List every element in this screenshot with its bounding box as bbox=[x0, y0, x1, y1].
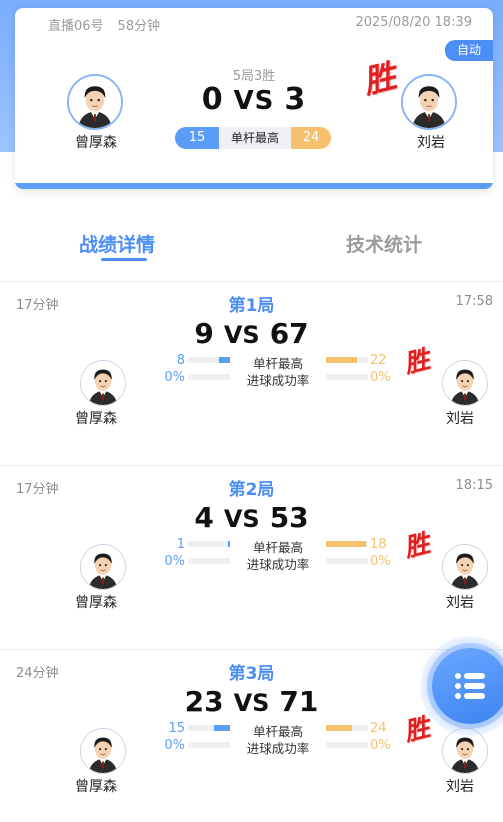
game-title: 第2局 bbox=[228, 480, 275, 500]
right-game-score: 53 bbox=[269, 501, 309, 534]
left-player-name: 曾厚森 bbox=[75, 779, 117, 795]
active-tab-indicator bbox=[101, 258, 147, 261]
tab-bar: 战绩详情 技术统计 bbox=[0, 218, 503, 268]
left-game-score: 4 bbox=[194, 501, 214, 534]
right-player-name: 刘岩 bbox=[446, 779, 474, 795]
game-title: 第1局 bbox=[228, 296, 275, 316]
player-portrait-icon bbox=[443, 361, 487, 405]
right-player-avatar[interactable] bbox=[442, 360, 488, 406]
player-portrait-icon bbox=[403, 76, 455, 128]
menu-fab-button[interactable] bbox=[432, 648, 503, 724]
left-player-avatar[interactable] bbox=[80, 544, 126, 590]
left-player-avatar[interactable] bbox=[80, 728, 126, 774]
right-high-break: 24 bbox=[291, 127, 331, 149]
left-player-name: 曾厚森 bbox=[75, 411, 117, 427]
right-game-score: 71 bbox=[279, 685, 319, 718]
right-player-name: 刘岩 bbox=[417, 135, 445, 151]
tab-technical-stats[interactable]: 技术统计 bbox=[346, 230, 422, 257]
tab-match-details[interactable]: 战绩详情 bbox=[79, 230, 155, 257]
right-player-avatar[interactable] bbox=[442, 544, 488, 590]
game-score: 4 VS 53 bbox=[0, 501, 503, 534]
left-player-name: 曾厚森 bbox=[75, 135, 117, 151]
card-bottom-strip bbox=[15, 183, 493, 189]
match-duration: 58分钟 bbox=[117, 19, 161, 34]
right-game-score: 67 bbox=[269, 317, 309, 350]
game-end-time: 17:58 bbox=[455, 294, 493, 309]
match-datetime: 2025/08/20 18:39 bbox=[355, 15, 472, 30]
mode-badge[interactable]: 自动 bbox=[445, 40, 493, 61]
right-high-break-fill bbox=[326, 357, 357, 363]
right-pot-rate-bar bbox=[326, 374, 368, 380]
right-high-break-value: 18 bbox=[370, 537, 387, 552]
right-pot-rate-bar bbox=[326, 742, 368, 748]
vs-label: VS bbox=[223, 321, 260, 349]
right-pot-rate-value: 0% bbox=[370, 738, 391, 753]
right-pot-rate-value: 0% bbox=[370, 370, 391, 385]
match-summary-card: 直播06号 58分钟 2025/08/20 18:39 自动 曾厚森 5局3胜 0… bbox=[15, 8, 493, 189]
left-game-score: 23 bbox=[184, 685, 224, 718]
vs-label: VS bbox=[223, 505, 260, 533]
left-player-avatar[interactable] bbox=[80, 360, 126, 406]
right-high-break-bar bbox=[326, 725, 368, 731]
left-player-name: 曾厚森 bbox=[75, 595, 117, 611]
player-portrait-icon bbox=[443, 545, 487, 589]
right-high-break-bar bbox=[326, 357, 368, 363]
right-player-avatar[interactable] bbox=[401, 74, 457, 130]
vs-label: VS bbox=[233, 689, 270, 717]
left-total-score: 0 bbox=[201, 82, 224, 117]
vs-label: VS bbox=[233, 86, 275, 116]
right-player-name: 刘岩 bbox=[446, 595, 474, 611]
match-meta: 直播06号 58分钟 bbox=[48, 15, 160, 34]
right-pot-rate-bar bbox=[326, 558, 368, 564]
player-portrait-icon bbox=[81, 729, 125, 773]
player-portrait-icon bbox=[81, 545, 125, 589]
left-game-score: 9 bbox=[194, 317, 214, 350]
left-high-break: 15 bbox=[175, 127, 219, 149]
high-break-comparison: 15 单杆最高 24 bbox=[175, 127, 331, 149]
right-pot-rate-value: 0% bbox=[370, 554, 391, 569]
high-break-label: 单杆最高 bbox=[219, 127, 291, 149]
right-player-name: 刘岩 bbox=[446, 411, 474, 427]
right-high-break-value: 22 bbox=[370, 353, 387, 368]
game-end-time: 18:15 bbox=[455, 478, 493, 493]
right-total-score: 3 bbox=[284, 82, 307, 117]
list-menu-icon bbox=[455, 673, 485, 699]
right-high-break-fill bbox=[326, 725, 353, 731]
menu-fab-wrapper bbox=[420, 636, 503, 736]
game-score: 9 VS 67 bbox=[0, 317, 503, 350]
room-label: 直播06号 bbox=[48, 19, 104, 34]
right-high-break-fill bbox=[326, 541, 366, 547]
divider bbox=[0, 465, 503, 466]
right-high-break-bar bbox=[326, 541, 368, 547]
player-portrait-icon bbox=[81, 361, 125, 405]
right-high-break-value: 24 bbox=[370, 721, 387, 736]
